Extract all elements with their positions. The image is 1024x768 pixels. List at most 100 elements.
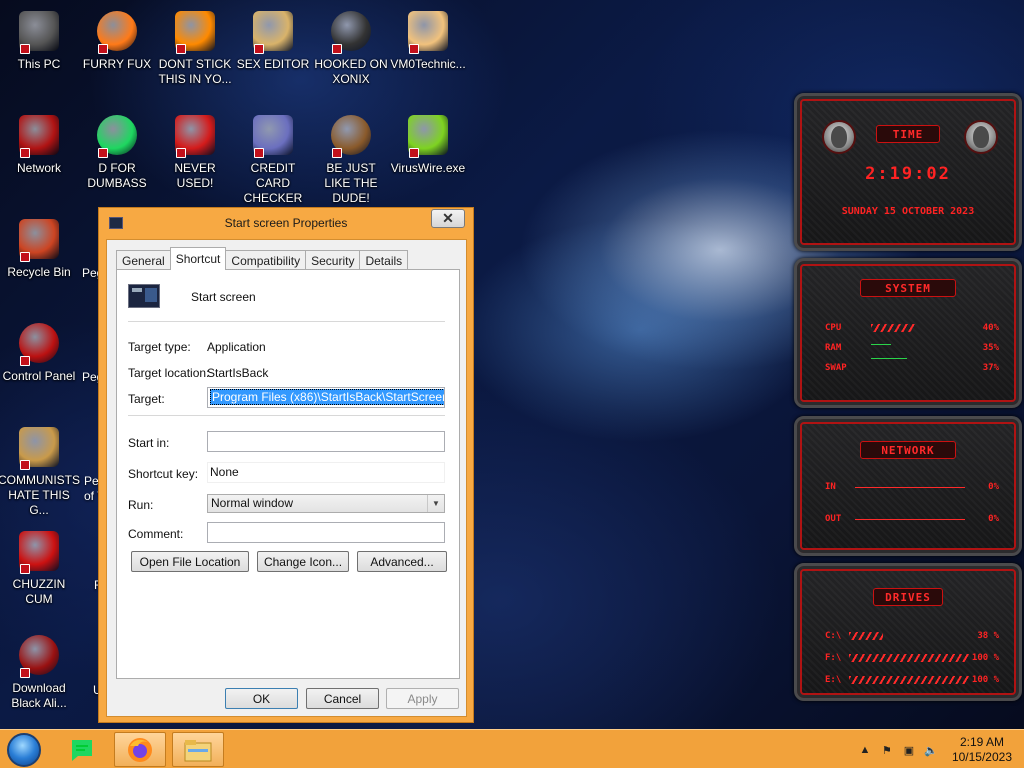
desktop-icon[interactable]: Network — [0, 112, 78, 176]
desktop-icon-label: NEVER USED! — [174, 161, 216, 190]
shortcut-key-input[interactable]: None — [207, 462, 445, 483]
shortcut-arrow-icon — [176, 148, 186, 158]
system-panel: SYSTEM CPU 40% RAM 35% SWAP 37% — [794, 258, 1022, 408]
network-icon[interactable]: ▣ — [901, 742, 917, 758]
apply-button[interactable]: Apply — [386, 688, 459, 709]
shortcut-key-label: Shortcut key: — [128, 467, 199, 481]
run-select-value: Normal window — [211, 496, 294, 510]
desktop-icon[interactable]: VM0Technic... — [389, 8, 467, 72]
show-hidden-icons-arrow-icon[interactable]: ▲ — [857, 742, 873, 758]
desktop-icon[interactable]: HOOKED ON XONIX — [312, 8, 390, 87]
run-label: Run: — [128, 498, 154, 512]
shortcut-arrow-icon — [20, 460, 30, 470]
desktop-icon[interactable]: NEVER USED! — [156, 112, 234, 191]
start-button[interactable] — [7, 733, 41, 767]
shortcut-name: Start screen — [191, 290, 256, 304]
desktop-icon-label: HOOKED ON XONIX — [314, 57, 388, 86]
drive-e-value: 100 % — [971, 675, 999, 685]
ram-value: 35% — [982, 343, 999, 353]
network-title: NETWORK — [860, 441, 956, 459]
desktop-icon[interactable]: D FOR DUMBASS — [78, 112, 156, 191]
desktop-icon[interactable]: FURRY FUX — [78, 8, 156, 72]
shortcut-icon — [128, 284, 160, 308]
shortcut-tab-panel: Start screen Target type: Application Ta… — [116, 269, 460, 679]
taskbar-chat-app-button[interactable] — [56, 732, 108, 767]
shortcut-arrow-icon — [20, 148, 30, 158]
clock-time: 2:19:02 — [865, 164, 951, 184]
advanced-button[interactable]: Advanced... — [357, 551, 447, 572]
ok-button[interactable]: OK — [225, 688, 298, 709]
desktop-icon[interactable]: Download Black Ali... — [0, 632, 78, 711]
credit-card-icon — [250, 112, 296, 158]
shortcut-arrow-icon — [20, 564, 30, 574]
desktop-icon[interactable]: This PC — [0, 8, 78, 72]
chat-app-icon — [72, 739, 92, 761]
drive-f-value: 100 % — [971, 653, 999, 663]
drive-c-value: 38 % — [977, 631, 999, 641]
chuzzle-icon — [16, 528, 62, 574]
chevron-down-icon[interactable]: ▼ — [427, 495, 444, 512]
comment-input[interactable] — [207, 522, 445, 543]
tab-shortcut[interactable]: Shortcut — [169, 247, 227, 270]
net-out-label: OUT — [825, 514, 842, 524]
desktop-icon-label: Recycle Bin — [7, 265, 71, 279]
dialog-title: Start screen Properties — [224, 216, 348, 230]
desktop-icon-label: D FOR DUMBASS — [87, 161, 147, 190]
start-in-input[interactable] — [207, 431, 445, 452]
target-location-label: Target location: — [128, 366, 210, 380]
desktop-icon-label: COMMUNISTS HATE THIS G... — [0, 473, 80, 517]
desktop-icon[interactable]: CREDIT CARD CHECKER — [234, 112, 312, 206]
shortcut-arrow-icon — [20, 44, 30, 54]
desktop-icon[interactable]: DONT STICK THIS IN YO... — [156, 8, 234, 87]
volume-icon[interactable]: 🔈 — [923, 742, 939, 758]
net-out-graph — [855, 519, 965, 520]
xonix-game-icon — [328, 8, 374, 54]
drive-c-label: C:\ — [825, 631, 842, 641]
computer-icon — [16, 8, 62, 54]
desktop-icon-label: CREDIT CARD CHECKER — [243, 161, 303, 205]
time-panel: TIME 2:19:02 SUNDAY 15 OCTOBER 2023 — [794, 93, 1022, 251]
cpu-value: 40% — [982, 323, 999, 333]
start-screen-app-icon — [109, 217, 123, 229]
desktop-icon[interactable]: BE JUST LIKE THE DUDE! — [312, 112, 390, 206]
desktop-icon[interactable]: Control Panel — [0, 320, 78, 384]
desktop-icon[interactable]: SEX EDITOR — [234, 8, 312, 72]
change-icon-button[interactable]: Change Icon... — [257, 551, 349, 572]
tab-general[interactable]: General — [116, 250, 171, 270]
run-select[interactable]: Normal window ▼ — [207, 494, 445, 513]
dialog-client-area: General Shortcut Compatibility Security … — [106, 239, 467, 717]
drive-e-label: E:\ — [825, 675, 842, 685]
chat-app-icon — [94, 112, 140, 158]
desktop-icon[interactable]: CHUZZIN CUM — [0, 528, 78, 607]
divider — [128, 415, 445, 416]
shortcut-arrow-icon — [20, 668, 30, 678]
santa-icon — [328, 112, 374, 158]
tab-compatibility[interactable]: Compatibility — [225, 250, 307, 270]
open-file-location-button[interactable]: Open File Location — [131, 551, 249, 572]
tab-details[interactable]: Details — [359, 250, 409, 270]
taskbar-clock[interactable]: 2:19 AM 10/15/2023 — [952, 735, 1012, 765]
net-in-graph — [855, 487, 965, 488]
swap-value: 37% — [982, 363, 999, 373]
net-in-label: IN — [825, 482, 836, 492]
close-button[interactable]: ✕ — [431, 209, 465, 228]
target-input[interactable]: Program Files (x86)\StartIsBack\StartScr… — [207, 387, 445, 408]
desktop-icon[interactable]: VirusWire.exe — [389, 112, 467, 176]
taskbar-firefox-button[interactable] — [114, 732, 166, 767]
drives-title: DRIVES — [873, 588, 943, 606]
control-panel-icon — [16, 320, 62, 366]
shortcut-arrow-icon — [409, 44, 419, 54]
taskbar-explorer-button[interactable] — [172, 732, 224, 767]
doctor-icon — [405, 8, 451, 54]
desktop-icon-label: Control Panel — [2, 369, 76, 383]
dialog-title-bar[interactable]: Start screen Properties ✕ — [99, 208, 473, 238]
action-center-flag-icon[interactable]: ⚑ — [879, 742, 895, 758]
cancel-button[interactable]: Cancel — [306, 688, 379, 709]
shortcut-arrow-icon — [98, 44, 108, 54]
alien-download-icon — [16, 632, 62, 678]
desktop-icon[interactable]: COMMUNISTS HATE THIS G... — [0, 424, 80, 518]
tab-security[interactable]: Security — [305, 250, 361, 270]
desktop-icon[interactable]: Recycle Bin — [0, 216, 78, 280]
ram-row: RAM 35% — [825, 342, 999, 356]
net-in-row: IN 0% — [825, 481, 999, 495]
